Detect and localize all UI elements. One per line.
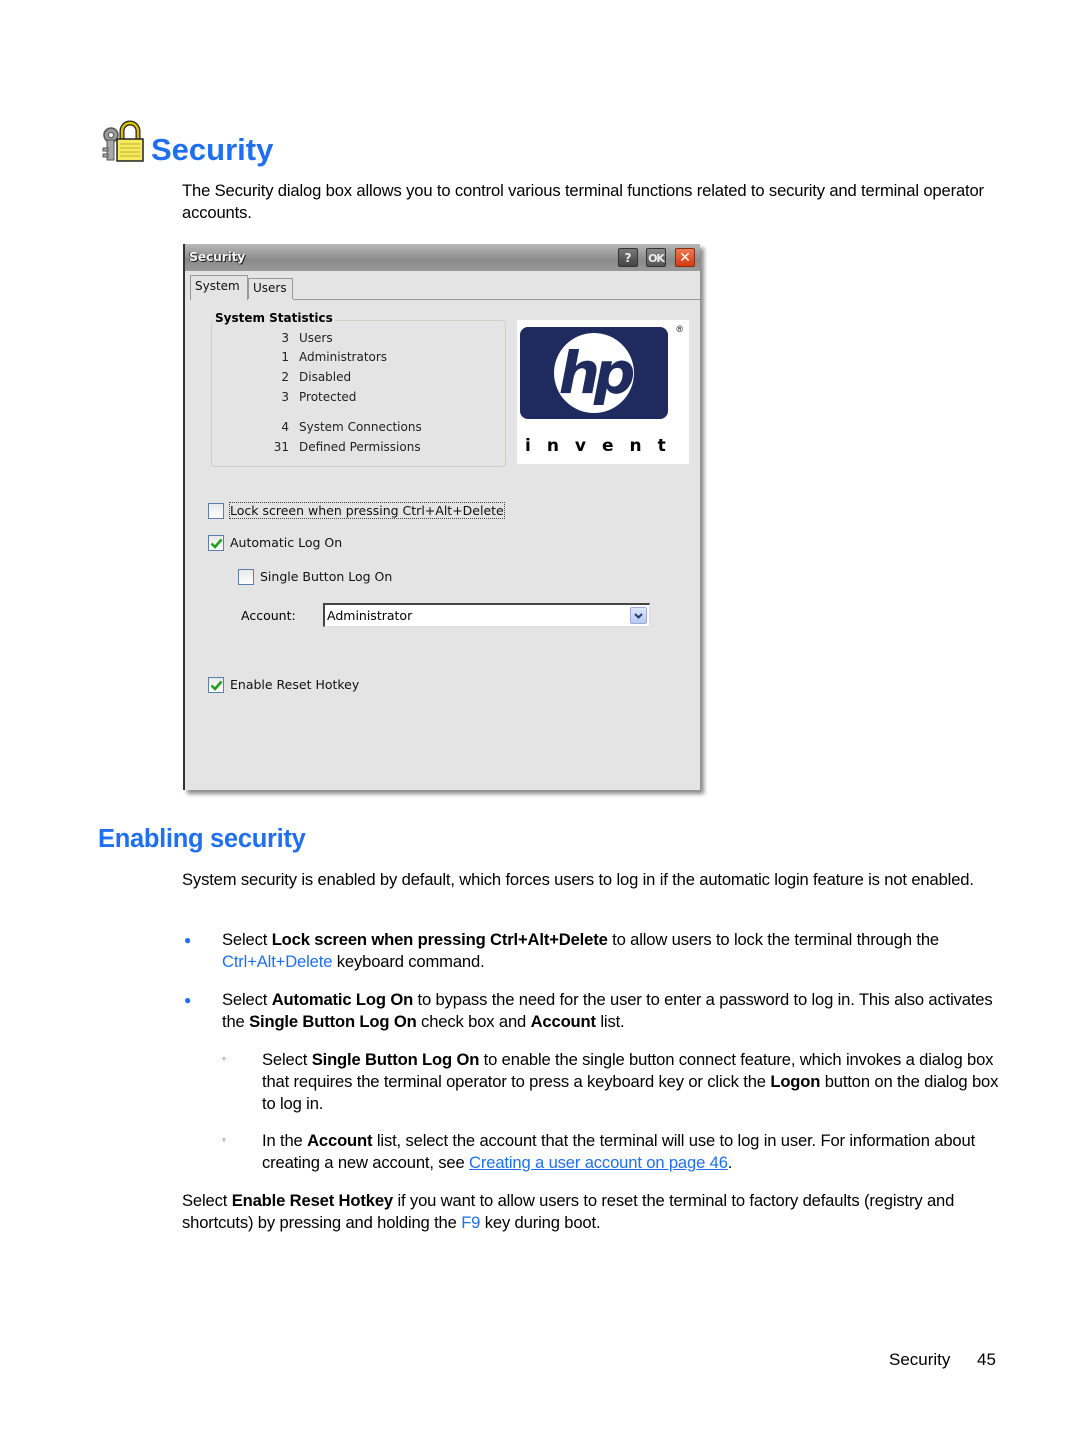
security-dialog: Security ? OK ✕ System Users System Stat… [183,244,700,790]
footer-section-name: Security [889,1350,951,1369]
ok-button[interactable]: OK [646,248,666,267]
automatic-logon-checkbox[interactable] [208,535,224,551]
enabling-intro: System security is enabled by default, w… [182,870,974,889]
dialog-titlebar: Security ? OK ✕ [185,244,700,271]
account-value: Administrator [327,608,413,623]
stat-row: 3 Protected [255,390,356,404]
stat-row: 1 Administrators [255,350,387,364]
stat-row: 4 System Connections [255,420,422,434]
checkmark-icon [210,680,223,691]
page-title: Security [151,132,274,167]
stat-value: 31 [273,440,289,454]
stat-row: 3 Users [255,331,333,345]
tab-divider [293,299,700,300]
close-button[interactable]: ✕ [675,248,695,267]
single-button-logon-label[interactable]: Single Button Log On [260,569,392,584]
stat-label: Disabled [299,370,352,384]
stat-value: 4 [281,420,289,434]
bullet-icon: ● [184,933,192,947]
keys-and-padlock-icon [100,118,150,168]
reset-hotkey-paragraph: Select Enable Reset Hotkey if you want t… [182,1191,955,1232]
automatic-logon-label[interactable]: Automatic Log On [230,535,342,550]
sub-bullet-account: In the Account list, select the account … [262,1131,976,1172]
sub-bullet-single-button: Select Single Button Log On to enable th… [262,1050,999,1113]
sub-bullet-icon: ◦ [222,1053,226,1065]
stat-label: Users [299,331,333,345]
svg-text:hp: hp [559,339,634,407]
account-label: Account: [241,608,296,623]
dialog-title: Security [189,249,245,264]
tab-system[interactable]: System [190,275,248,300]
bullet-lock-screen: Select Lock screen when pressing Ctrl+Al… [222,930,939,971]
stat-row: 31 Defined Permissions [255,440,421,454]
lock-screen-label[interactable]: Lock screen when pressing Ctrl+Alt+Delet… [229,502,505,519]
stat-value: 2 [281,370,289,384]
help-button[interactable]: ? [618,248,638,267]
ctrl-alt-delete-link[interactable]: Ctrl+Alt+Delete [222,952,332,971]
stat-row: 2 Disabled [255,370,351,384]
intro-paragraph: The Security dialog box allows you to co… [182,181,984,222]
stat-label: Protected [299,390,357,404]
section-heading: Security [100,108,273,168]
page-number: 45 [977,1350,996,1369]
enable-reset-hotkey-label[interactable]: Enable Reset Hotkey [230,677,359,692]
statistics-title: System Statistics [213,311,335,325]
lock-screen-checkbox[interactable] [208,503,224,519]
creating-user-account-link[interactable]: Creating a user account on page 46 [469,1153,728,1172]
registered-mark: ® [676,324,683,334]
bullet-automatic-logon: Select Automatic Log On to bypass the ne… [222,990,993,1031]
section-subheading: Enabling security [98,825,306,853]
stat-value: 1 [281,350,289,364]
stat-label: System Connections [299,420,422,434]
account-select[interactable]: Administrator [323,603,650,627]
single-button-logon-checkbox[interactable] [238,569,254,585]
stat-label: Administrators [299,350,388,364]
sub-bullet-icon: ◦ [222,1134,226,1146]
f9-key-link[interactable]: F9 [461,1213,480,1232]
hp-logo: hp ® invent [517,320,689,464]
chevron-down-icon [634,613,643,619]
enable-reset-hotkey-checkbox[interactable] [208,677,224,693]
tab-users[interactable]: Users [248,278,293,299]
hp-tagline: invent [525,436,682,456]
bullet-icon: ● [184,993,192,1007]
checkmark-icon [210,538,223,549]
stat-value: 3 [281,390,289,404]
stat-label: Defined Permissions [299,440,421,454]
dropdown-button[interactable] [630,607,647,624]
stat-value: 3 [281,331,289,345]
hp-logo-mark: hp [520,327,668,419]
